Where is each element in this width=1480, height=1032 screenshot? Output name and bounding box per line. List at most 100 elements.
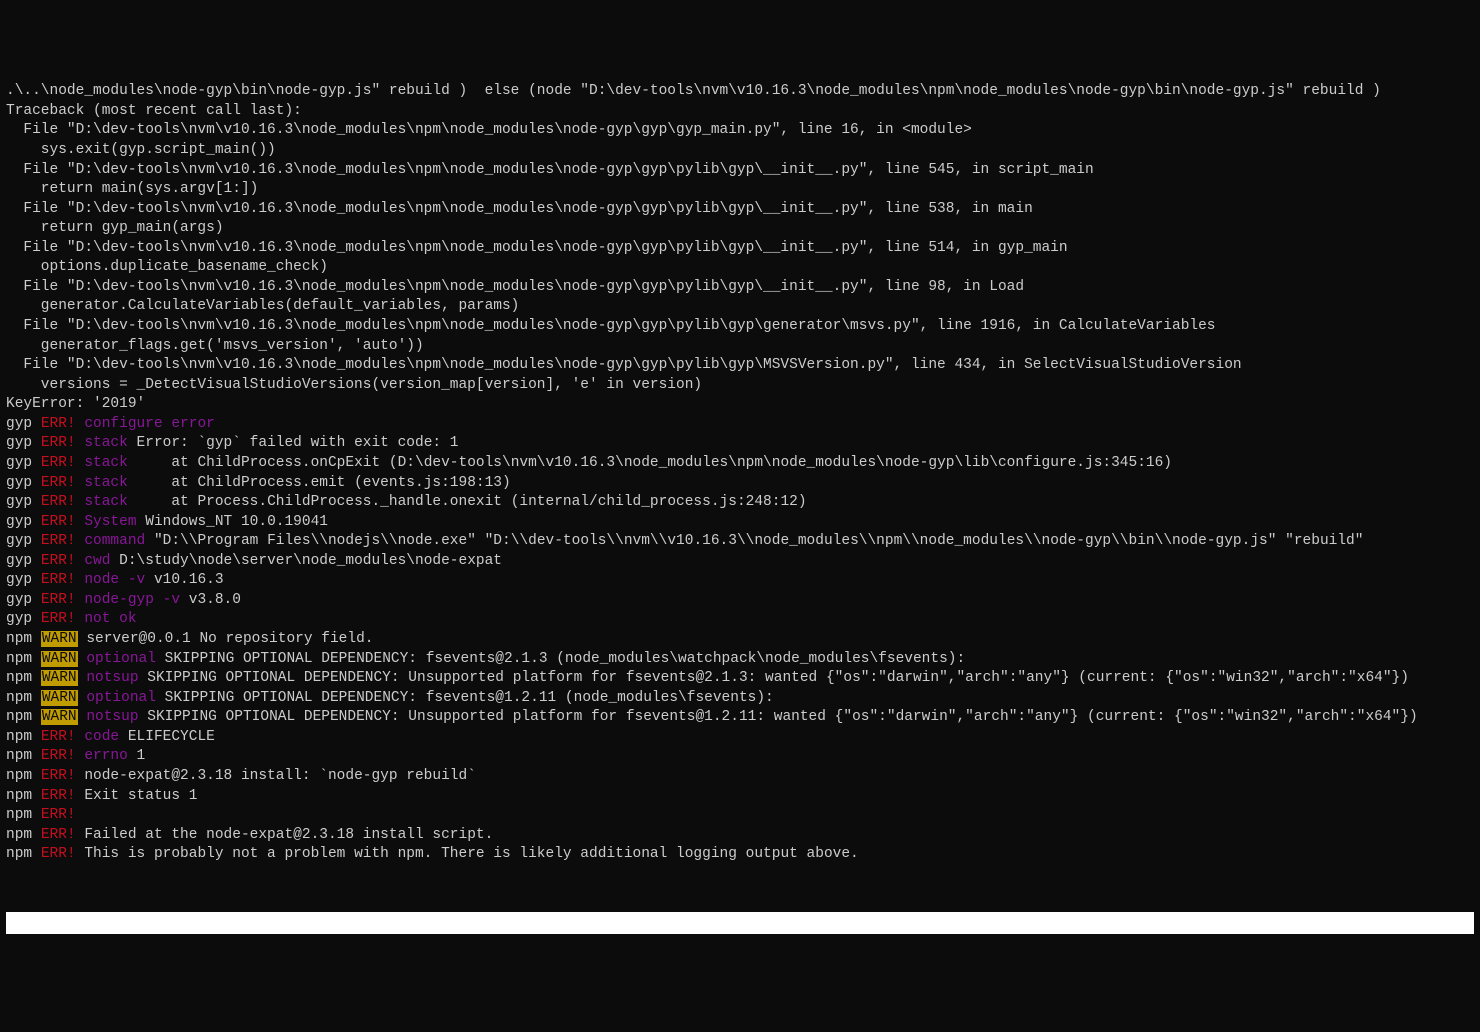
terminal-line: gyp ERR! command "D:\\Program Files\\nod… [6, 532, 1474, 552]
terminal-segment: v3.8.0 [180, 592, 241, 608]
terminal-segment: SKIPPING OPTIONAL DEPENDENCY: fsevents@2… [156, 651, 965, 667]
terminal-segment: File "D:\dev-tools\nvm\v10.16.3\node_mod… [6, 357, 1242, 373]
terminal-line: npm WARN optional SKIPPING OPTIONAL DEPE… [6, 650, 1474, 670]
terminal-line: npm ERR! node-expat@2.3.18 install: `nod… [6, 767, 1474, 787]
terminal-line: npm ERR! [6, 806, 1474, 826]
terminal-segment: stack [84, 475, 128, 491]
terminal-line: options.duplicate_basename_check) [6, 258, 1474, 278]
terminal-line: npm WARN notsup SKIPPING OPTIONAL DEPEND… [6, 708, 1474, 728]
terminal-segment: generator.CalculateVariables(default_var… [6, 298, 519, 314]
terminal-segment: npm [6, 827, 41, 843]
terminal-segment: node-expat@2.3.18 install: `node-gyp reb… [76, 768, 476, 784]
terminal-line: gyp ERR! stack at Process.ChildProcess._… [6, 493, 1474, 513]
terminal-line: generator.CalculateVariables(default_var… [6, 297, 1474, 317]
terminal-segment: ERR! [41, 553, 85, 569]
terminal-segment: options.duplicate_basename_check) [6, 259, 328, 275]
terminal-segment: npm [6, 788, 41, 804]
terminal-segment: D:\study\node\server\node_modules\node-e… [110, 553, 502, 569]
terminal-segment: ERR! [41, 416, 85, 432]
terminal-segment: ERR! [41, 455, 85, 471]
terminal-line: npm WARN notsup SKIPPING OPTIONAL DEPEND… [6, 669, 1474, 689]
terminal-segment: npm [6, 807, 41, 823]
terminal-segment: npm [6, 631, 41, 647]
terminal-segment: WARN [41, 690, 78, 706]
terminal-segment: notsup [86, 709, 138, 725]
terminal-segment: gyp [6, 592, 41, 608]
terminal-segment: npm [6, 729, 41, 745]
terminal-segment: ERR! [41, 788, 76, 804]
terminal-segment: KeyError: '2019' [6, 396, 145, 412]
terminal-line: gyp ERR! configure error [6, 415, 1474, 435]
terminal-segment: File "D:\dev-tools\nvm\v10.16.3\node_mod… [6, 201, 1033, 217]
terminal-segment: npm [6, 709, 41, 725]
terminal-line: gyp ERR! stack at ChildProcess.emit (eve… [6, 474, 1474, 494]
terminal-segment: ERR! [41, 768, 76, 784]
terminal-segment: gyp [6, 455, 41, 471]
terminal-segment: Windows_NT 10.0.19041 [137, 514, 328, 530]
terminal-segment: "D:\\Program Files\\nodejs\\node.exe" "D… [145, 533, 1363, 549]
terminal-segment: This is probably not a problem with npm.… [76, 846, 859, 862]
terminal-segment: SKIPPING OPTIONAL DEPENDENCY: Unsupporte… [139, 670, 1409, 686]
terminal-line: .\..\node_modules\node-gyp\bin\node-gyp.… [6, 82, 1474, 102]
terminal-segment: server@0.0.1 No repository field. [78, 631, 374, 647]
terminal-line: gyp ERR! node-gyp -v v3.8.0 [6, 591, 1474, 611]
terminal-line: npm ERR! errno 1 [6, 747, 1474, 767]
terminal-line: gyp ERR! cwd D:\study\node\server\node_m… [6, 552, 1474, 572]
terminal-line: gyp ERR! stack at ChildProcess.onCpExit … [6, 454, 1474, 474]
terminal-segment: Error: `gyp` failed with exit code: 1 [128, 435, 459, 451]
terminal-segment: ERR! [41, 748, 76, 764]
terminal-segment: ERR! [41, 435, 85, 451]
terminal-segment: npm [6, 846, 41, 862]
terminal-output[interactable]: .\..\node_modules\node-gyp\bin\node-gyp.… [6, 82, 1474, 865]
terminal-line: Traceback (most recent call last): [6, 102, 1474, 122]
terminal-segment: npm [6, 651, 41, 667]
terminal-line: generator_flags.get('msvs_version', 'aut… [6, 337, 1474, 357]
terminal-segment: gyp [6, 494, 41, 510]
terminal-segment: command [84, 533, 145, 549]
terminal-line: npm WARN server@0.0.1 No repository fiel… [6, 630, 1474, 650]
terminal-segment: WARN [41, 670, 78, 686]
terminal-segment: configure error [84, 416, 215, 432]
terminal-line: File "D:\dev-tools\nvm\v10.16.3\node_mod… [6, 356, 1474, 376]
terminal-segment: gyp [6, 553, 41, 569]
terminal-segment: cwd [84, 553, 110, 569]
terminal-segment: ERR! [41, 494, 85, 510]
terminal-segment: ERR! [41, 514, 85, 530]
terminal-line: npm ERR! code ELIFECYCLE [6, 728, 1474, 748]
terminal-segment: File "D:\dev-tools\nvm\v10.16.3\node_mod… [6, 162, 1094, 178]
terminal-segment: gyp [6, 416, 41, 432]
terminal-segment: stack [84, 455, 128, 471]
terminal-segment: ERR! [41, 846, 76, 862]
terminal-segment: File "D:\dev-tools\nvm\v10.16.3\node_mod… [6, 279, 1024, 295]
terminal-segment: SKIPPING OPTIONAL DEPENDENCY: Unsupporte… [139, 709, 1418, 725]
terminal-segment: not ok [84, 611, 136, 627]
terminal-segment: at Process.ChildProcess._handle.onexit (… [128, 494, 807, 510]
terminal-segment: gyp [6, 514, 41, 530]
terminal-line: File "D:\dev-tools\nvm\v10.16.3\node_mod… [6, 239, 1474, 259]
terminal-segment: WARN [41, 631, 78, 647]
terminal-segment: .\..\node_modules\node-gyp\bin\node-gyp.… [6, 83, 1381, 99]
terminal-line: gyp ERR! node -v v10.16.3 [6, 571, 1474, 591]
terminal-line: npm ERR! This is probably not a problem … [6, 845, 1474, 865]
terminal-line: gyp ERR! stack Error: `gyp` failed with … [6, 434, 1474, 454]
terminal-segment: ERR! [41, 729, 76, 745]
terminal-segment: optional [86, 651, 156, 667]
terminal-line: return main(sys.argv[1:]) [6, 180, 1474, 200]
terminal-segment: code [84, 729, 119, 745]
terminal-segment: at ChildProcess.emit (events.js:198:13) [128, 475, 511, 491]
terminal-segment: generator_flags.get('msvs_version', 'aut… [6, 338, 424, 354]
terminal-segment: File "D:\dev-tools\nvm\v10.16.3\node_mod… [6, 122, 972, 138]
terminal-line: KeyError: '2019' [6, 395, 1474, 415]
terminal-line: gyp ERR! System Windows_NT 10.0.19041 [6, 513, 1474, 533]
terminal-segment: ERR! [41, 827, 76, 843]
terminal-line: File "D:\dev-tools\nvm\v10.16.3\node_mod… [6, 317, 1474, 337]
terminal-line: File "D:\dev-tools\nvm\v10.16.3\node_mod… [6, 278, 1474, 298]
terminal-segment: Exit status 1 [76, 788, 198, 804]
terminal-segment: ELIFECYCLE [119, 729, 215, 745]
terminal-segment: node-gyp -v [84, 592, 180, 608]
terminal-segment: File "D:\dev-tools\nvm\v10.16.3\node_mod… [6, 318, 1216, 334]
terminal-line: return gyp_main(args) [6, 219, 1474, 239]
terminal-segment: WARN [41, 709, 78, 725]
command-input-area[interactable] [6, 912, 1474, 934]
terminal-segment: stack [84, 435, 128, 451]
